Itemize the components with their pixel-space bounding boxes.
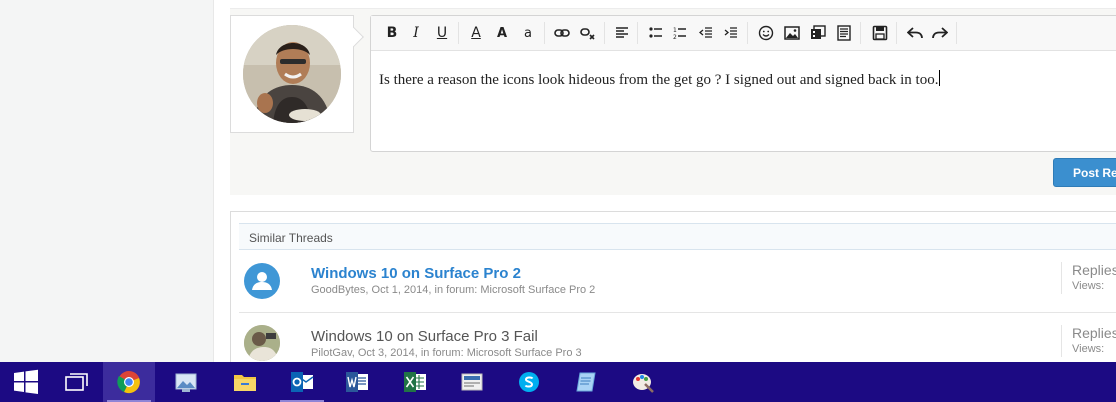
excel-icon — [404, 372, 426, 392]
excel-taskbar-button[interactable] — [389, 362, 441, 402]
underline-button[interactable]: U — [433, 24, 451, 42]
toolbar-separator — [747, 22, 748, 44]
font-size-button[interactable]: A — [493, 24, 511, 42]
unlink-icon[interactable] — [579, 24, 597, 42]
avatar-pointer — [344, 27, 364, 47]
chrome-taskbar-button[interactable] — [103, 362, 155, 402]
font-color-button[interactable]: A — [467, 24, 485, 42]
text-caret — [939, 70, 941, 86]
task-view-icon — [65, 373, 88, 391]
media-icon[interactable] — [809, 24, 827, 42]
numbered-list-icon[interactable]: 12 — [671, 24, 689, 42]
quote-icon[interactable] — [835, 24, 853, 42]
outdent-icon[interactable] — [697, 24, 715, 42]
file-explorer-taskbar-button[interactable] — [219, 362, 271, 402]
thread-row: Windows 10 on Surface Pro 2 GoodBytes, O… — [239, 252, 1116, 312]
user-avatar[interactable] — [244, 325, 280, 361]
toolbar-separator — [956, 22, 957, 44]
similar-threads-panel: Similar Threads Windows 10 on Surface Pr… — [230, 211, 1116, 362]
thread-stats: Replies Views: — [1061, 325, 1116, 357]
word-icon — [346, 372, 368, 392]
italic-button[interactable]: I — [407, 24, 425, 42]
views-label: Views: — [1072, 280, 1105, 292]
toolbar-separator — [544, 22, 545, 44]
editor-content: Is there a reason the icons look hideous… — [379, 72, 939, 88]
task-view-button[interactable] — [51, 362, 103, 402]
outlook-icon — [291, 372, 314, 392]
skype-taskbar-button[interactable] — [503, 362, 555, 402]
toolbar-separator — [896, 22, 897, 44]
post-reply-button[interactable]: Post Reply — [1053, 158, 1116, 187]
photos-taskbar-button[interactable] — [160, 362, 212, 402]
paint-taskbar-button[interactable] — [617, 362, 669, 402]
paint-icon — [633, 374, 654, 393]
toolbar-separator — [604, 22, 605, 44]
svg-text:1: 1 — [673, 27, 677, 34]
replies-label: Replies — [1072, 325, 1116, 341]
news-icon — [461, 373, 483, 391]
notes-taskbar-button[interactable] — [560, 362, 612, 402]
similar-threads-header: Similar Threads — [239, 223, 1116, 250]
image-icon[interactable] — [783, 24, 801, 42]
quick-reply-area: B I U A A a 1 2 Is there a reason the ic… — [230, 8, 1116, 195]
thread-row: Windows 10 on Surface Pro 3 Fail PilotGa… — [239, 312, 1116, 362]
bold-button[interactable]: B — [383, 24, 401, 42]
media-center-taskbar-button[interactable] — [446, 362, 498, 402]
similar-threads-heading: Similar Threads — [249, 231, 333, 245]
thread-meta: PilotGav, Oct 3, 2014, in forum: Microso… — [311, 347, 582, 359]
save-draft-icon[interactable] — [871, 24, 889, 42]
views-label: Views: — [1072, 343, 1105, 355]
chrome-icon — [117, 371, 140, 394]
font-family-button[interactable]: a — [519, 24, 537, 42]
toolbar-separator — [637, 22, 638, 44]
link-icon[interactable] — [553, 24, 571, 42]
thread-meta: GoodBytes, Oct 1, 2014, in forum: Micros… — [311, 284, 596, 296]
svg-text:2: 2 — [673, 34, 677, 40]
user-avatar-box — [230, 15, 364, 133]
windows-taskbar — [0, 362, 1116, 402]
thread-title-link[interactable]: Windows 10 on Surface Pro 3 Fail — [311, 328, 538, 345]
main-content: B I U A A a 1 2 Is there a reason the ic… — [213, 0, 1116, 362]
replies-label: Replies — [1072, 262, 1116, 278]
skype-icon — [519, 372, 539, 392]
outlook-taskbar-button[interactable] — [276, 362, 328, 402]
indent-icon[interactable] — [722, 24, 740, 42]
align-left-icon[interactable] — [613, 24, 631, 42]
photos-icon — [175, 373, 197, 392]
word-taskbar-button[interactable] — [331, 362, 383, 402]
message-editor[interactable]: B I U A A a 1 2 Is there a reason the ic… — [370, 15, 1116, 152]
windows-logo-icon — [14, 369, 38, 394]
editor-toolbar: B I U A A a 1 2 — [371, 16, 1116, 51]
folder-icon — [234, 375, 256, 391]
thread-title-link[interactable]: Windows 10 on Surface Pro 2 — [311, 265, 521, 282]
left-gutter — [0, 0, 213, 362]
avatar[interactable] — [243, 25, 341, 123]
start-button[interactable] — [0, 362, 52, 402]
thread-stats: Replies Views: — [1061, 262, 1116, 294]
redo-icon[interactable] — [931, 24, 949, 42]
bullet-list-icon[interactable] — [647, 24, 665, 42]
editor-text-area[interactable]: Is there a reason the icons look hideous… — [379, 70, 941, 89]
sticky-notes-icon — [576, 372, 596, 392]
undo-icon[interactable] — [906, 24, 924, 42]
toolbar-separator — [458, 22, 459, 44]
smiley-icon[interactable] — [757, 24, 775, 42]
toolbar-separator — [860, 22, 861, 44]
default-avatar-icon[interactable] — [244, 263, 280, 299]
